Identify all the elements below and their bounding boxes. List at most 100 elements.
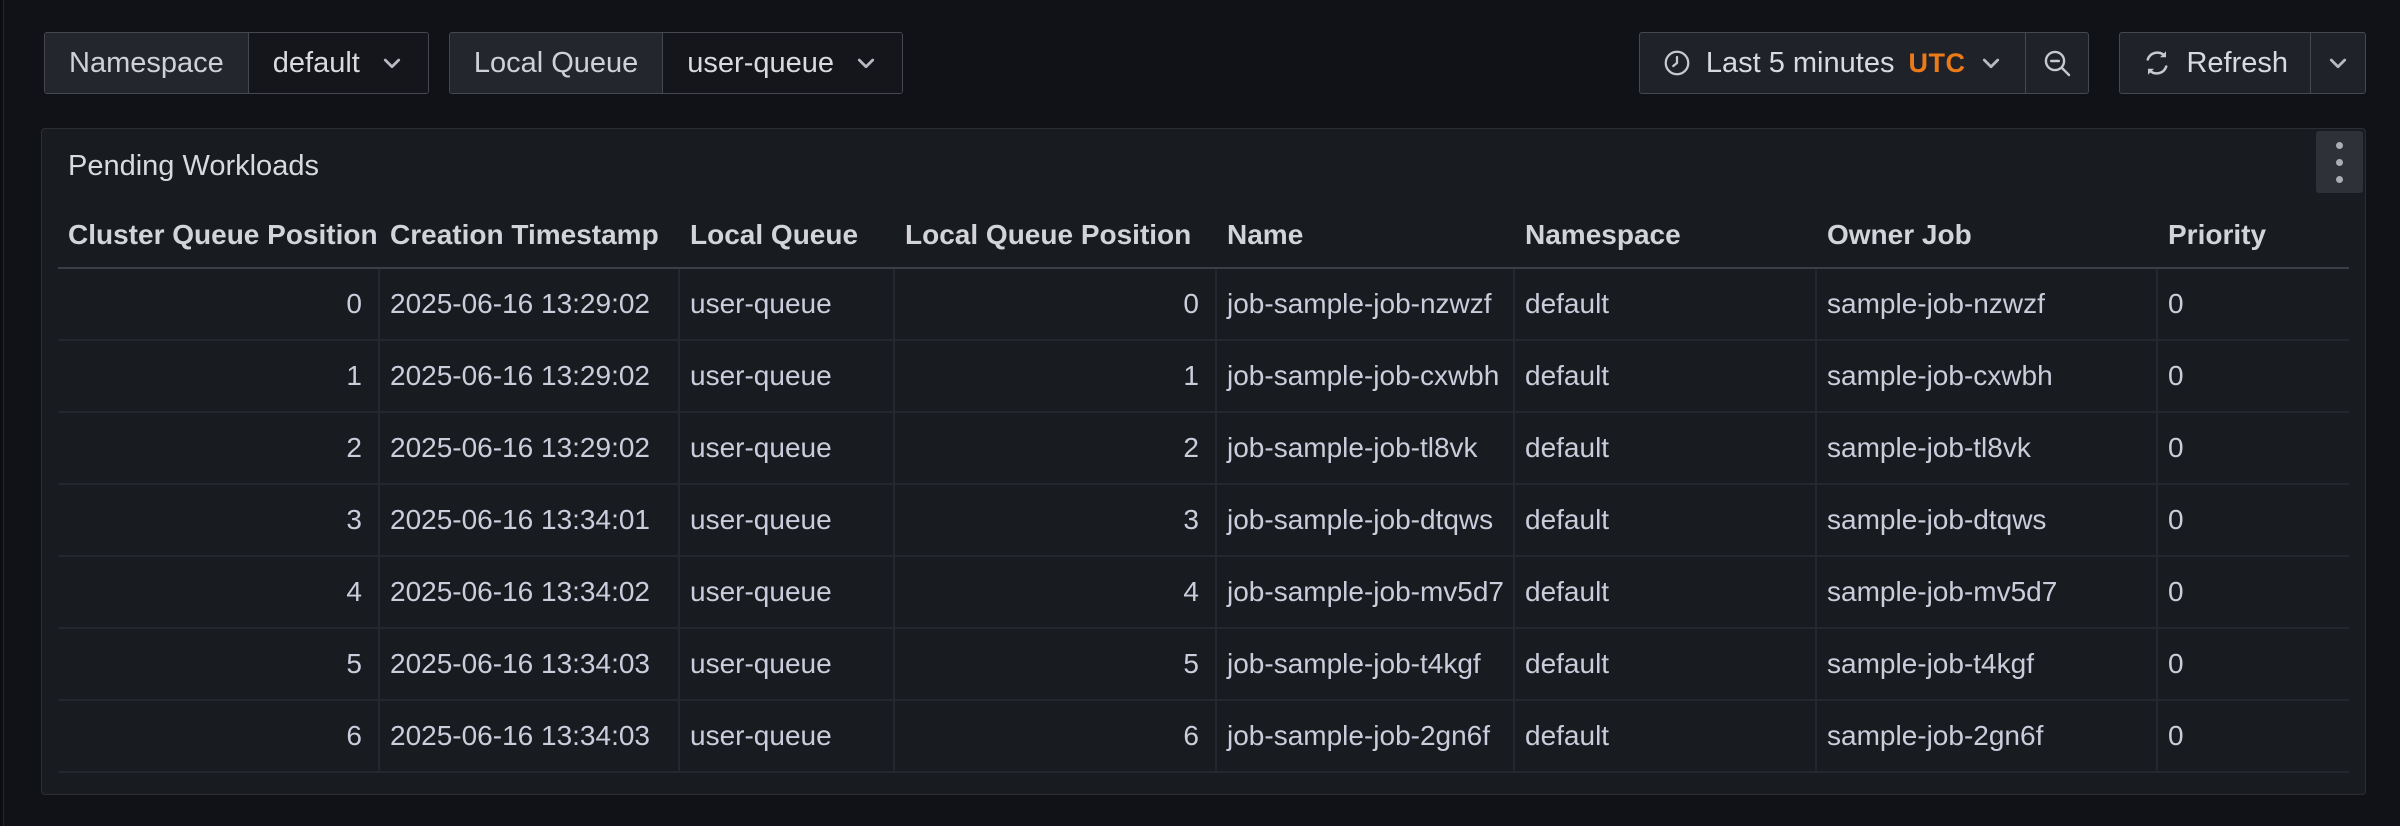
time-range-label: Last 5 minutes [1706,47,1895,80]
cell-local-queue: user-queue [680,485,895,555]
time-controls-group: Last 5 minutes UTC [1639,32,2090,94]
cell-local-queue: user-queue [680,269,895,339]
panel-menu-button[interactable] [2316,131,2363,193]
cell-local-queue: user-queue [680,701,895,771]
table-row: 32025-06-16 13:34:01user-queue3job-sampl… [58,485,2349,557]
cell-creation-timestamp: 2025-06-16 13:34:02 [380,557,680,627]
chevron-down-icon [2326,51,2350,75]
cell-name: job-sample-job-t4kgf [1217,629,1515,699]
time-range-picker-button[interactable]: Last 5 minutes UTC [1640,33,2026,93]
namespace-select-value: default [273,47,360,80]
local-queue-select[interactable]: user-queue [663,33,902,93]
table-body: 02025-06-16 13:29:02user-queue0job-sampl… [58,269,2349,773]
cell-name: job-sample-job-cxwbh [1217,341,1515,411]
pending-workloads-panel: Pending Workloads Cluster Queue Position… [41,128,2366,795]
cell-namespace: default [1515,269,1817,339]
cell-namespace: default [1515,485,1817,555]
cell-local-queue: user-queue [680,341,895,411]
cell-namespace: default [1515,629,1817,699]
cell-local-queue-position: 3 [895,485,1217,555]
cell-name: job-sample-job-mv5d7 [1217,557,1515,627]
table-row: 52025-06-16 13:34:03user-queue5job-sampl… [58,629,2349,701]
timezone-label: UTC [1908,48,1965,79]
cell-owner-job: sample-job-mv5d7 [1817,557,2158,627]
variable-namespace: Namespace default [44,32,429,94]
cell-priority: 0 [2158,341,2349,411]
namespace-select[interactable]: default [249,33,428,93]
cell-local-queue-position: 6 [895,701,1217,771]
column-header-local-queue-position[interactable]: Local Queue Position [895,219,1217,251]
cell-local-queue-position: 1 [895,341,1217,411]
cell-owner-job: sample-job-dtqws [1817,485,2158,555]
cell-namespace: default [1515,701,1817,771]
cell-owner-job: sample-job-cxwbh [1817,341,2158,411]
grafana-dashboard: { "toolbar": { "variables": [ { "label":… [0,0,2400,826]
cell-owner-job: sample-job-t4kgf [1817,629,2158,699]
cell-creation-timestamp: 2025-06-16 13:34:01 [380,485,680,555]
cell-cluster-queue-position: 4 [58,557,380,627]
column-header-cluster-queue-position[interactable]: Cluster Queue Position [58,219,380,251]
cell-name: job-sample-job-2gn6f [1217,701,1515,771]
cell-priority: 0 [2158,557,2349,627]
cell-namespace: default [1515,557,1817,627]
cell-priority: 0 [2158,629,2349,699]
cell-local-queue-position: 4 [895,557,1217,627]
cell-owner-job: sample-job-2gn6f [1817,701,2158,771]
cell-cluster-queue-position: 2 [58,413,380,483]
cell-creation-timestamp: 2025-06-16 13:34:03 [380,701,680,771]
variable-namespace-label: Namespace [45,33,249,93]
chevron-down-icon [1979,51,2003,75]
table-row: 42025-06-16 13:34:02user-queue4job-sampl… [58,557,2349,629]
kebab-menu-icon [2336,142,2343,183]
page-edge [0,0,4,826]
table-row: 12025-06-16 13:29:02user-queue1job-sampl… [58,341,2349,413]
local-queue-select-value: user-queue [687,47,834,80]
cell-local-queue: user-queue [680,629,895,699]
refresh-controls-group: Refresh [2119,32,2366,94]
zoom-out-button[interactable] [2025,33,2088,93]
cell-priority: 0 [2158,701,2349,771]
cell-local-queue-position: 5 [895,629,1217,699]
refresh-interval-dropdown[interactable] [2310,33,2365,93]
clock-icon [1662,48,1692,78]
cell-cluster-queue-position: 1 [58,341,380,411]
refresh-button[interactable]: Refresh [2120,33,2310,93]
chevron-down-icon [380,51,404,75]
refresh-icon [2142,48,2172,78]
cell-creation-timestamp: 2025-06-16 13:34:03 [380,629,680,699]
cell-local-queue: user-queue [680,557,895,627]
cell-local-queue-position: 0 [895,269,1217,339]
cell-owner-job: sample-job-tl8vk [1817,413,2158,483]
cell-creation-timestamp: 2025-06-16 13:29:02 [380,341,680,411]
cell-creation-timestamp: 2025-06-16 13:29:02 [380,413,680,483]
cell-local-queue: user-queue [680,413,895,483]
zoom-out-icon [2041,47,2073,79]
column-header-name[interactable]: Name [1217,219,1515,251]
cell-name: job-sample-job-tl8vk [1217,413,1515,483]
cell-cluster-queue-position: 6 [58,701,380,771]
cell-namespace: default [1515,413,1817,483]
cell-cluster-queue-position: 0 [58,269,380,339]
panel-title[interactable]: Pending Workloads [68,150,319,183]
panel-header: Pending Workloads [58,129,2349,203]
toolbar-right-cluster: Last 5 minutes UTC [1639,32,2366,94]
cell-owner-job: sample-job-nzwzf [1817,269,2158,339]
cell-name: job-sample-job-dtqws [1217,485,1515,555]
refresh-button-label: Refresh [2186,47,2288,80]
column-header-priority[interactable]: Priority [2158,219,2349,251]
variable-local-queue-label: Local Queue [450,33,663,93]
cell-priority: 0 [2158,485,2349,555]
column-header-owner-job[interactable]: Owner Job [1817,219,2158,251]
column-header-local-queue[interactable]: Local Queue [680,219,895,251]
cell-local-queue-position: 2 [895,413,1217,483]
column-header-namespace[interactable]: Namespace [1515,219,1817,251]
cell-cluster-queue-position: 5 [58,629,380,699]
table-header-row: Cluster Queue PositionCreation Timestamp… [58,203,2349,269]
cell-cluster-queue-position: 3 [58,485,380,555]
column-header-creation-timestamp[interactable]: Creation Timestamp [380,219,680,251]
pending-workloads-table: Cluster Queue PositionCreation Timestamp… [58,203,2349,773]
table-row: 62025-06-16 13:34:03user-queue6job-sampl… [58,701,2349,773]
cell-name: job-sample-job-nzwzf [1217,269,1515,339]
cell-priority: 0 [2158,413,2349,483]
cell-priority: 0 [2158,269,2349,339]
